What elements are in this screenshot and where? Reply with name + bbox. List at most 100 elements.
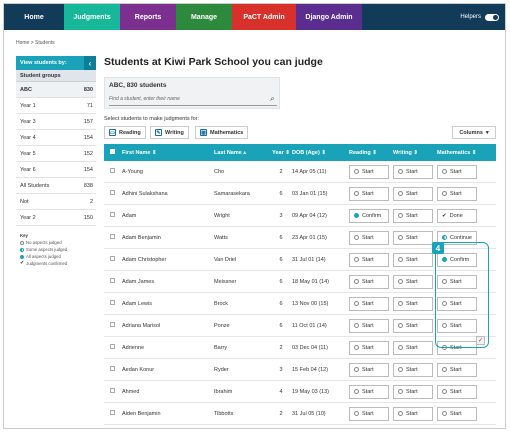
- reading-judgment-button[interactable]: Start: [349, 318, 389, 333]
- row-checkbox[interactable]: [109, 278, 115, 283]
- column-header[interactable]: DOB (Age) ⇕: [292, 150, 349, 156]
- column-header[interactable]: Last Name ▴: [214, 150, 270, 156]
- math-judgment-button[interactable]: Start: [437, 384, 477, 399]
- search-input[interactable]: Find a student, enter their name ⌕: [109, 93, 277, 106]
- book-icon: ▭: [109, 129, 116, 136]
- row-checkbox[interactable]: [109, 212, 115, 217]
- checkbox-icon[interactable]: ✓: [476, 336, 485, 345]
- reading-judgment-button[interactable]: Start: [349, 164, 389, 179]
- page-title: Students at Kiwi Park School you can jud…: [104, 56, 323, 68]
- reading-judgment-button[interactable]: Start: [349, 274, 389, 289]
- row-checkbox[interactable]: [109, 344, 115, 349]
- year: 3: [279, 366, 283, 373]
- dob: 03 Jan 01 (15): [292, 190, 328, 197]
- reading-judgment-button[interactable]: Start: [349, 340, 389, 355]
- sidebar-item[interactable]: Year 2 150: [16, 210, 96, 226]
- row-checkbox[interactable]: [109, 300, 115, 305]
- column-header[interactable]: Writing ⇕: [393, 150, 437, 156]
- math-judgment-button[interactable]: Start: [437, 362, 477, 377]
- columns-dropdown[interactable]: Columns ▾: [452, 126, 496, 139]
- row-checkbox[interactable]: [109, 388, 115, 393]
- row-checkbox[interactable]: [109, 190, 115, 195]
- year: 6: [279, 234, 283, 241]
- sidebar-item[interactable]: Year 5 152: [16, 146, 96, 162]
- status-circle-icon: [398, 235, 403, 240]
- sidebar-item[interactable]: Year 1 71: [16, 98, 96, 114]
- first-name: Ahmed: [122, 388, 140, 395]
- sidebar-item[interactable]: ABC 830: [16, 82, 96, 98]
- writing-judgment-button[interactable]: Start: [393, 230, 433, 245]
- status-circle-icon: [398, 213, 403, 218]
- writing-judgment-button[interactable]: Start: [393, 186, 433, 201]
- sidebar-item[interactable]: Not 2: [16, 194, 96, 210]
- caret-down-icon: ▾: [485, 129, 489, 136]
- status-circle-icon: [398, 411, 403, 416]
- writing-judgment-button[interactable]: Start: [393, 164, 433, 179]
- reading-judgment-button[interactable]: Confirm: [349, 208, 389, 223]
- first-name: Adhini Sulakshana: [122, 190, 168, 197]
- row-checkbox[interactable]: [109, 366, 115, 371]
- writing-judgment-button[interactable]: Start: [393, 406, 433, 421]
- status-circle-icon: [442, 411, 447, 416]
- dob: 19 May 03 (13): [292, 388, 329, 395]
- status-circle-icon: [354, 345, 359, 350]
- reading-judgment-button[interactable]: Start: [349, 230, 389, 245]
- toggle-icon[interactable]: [485, 13, 499, 21]
- writing-judgment-button[interactable]: Start: [393, 362, 433, 377]
- status-circle-icon: [354, 367, 359, 372]
- last-name: Ryder: [214, 366, 229, 373]
- reading-judgment-button[interactable]: Start: [349, 362, 389, 377]
- reading-judgment-button[interactable]: Start: [349, 252, 389, 267]
- mathematics-button[interactable]: ▦ Mathematics: [195, 126, 249, 139]
- writing-judgment-button[interactable]: Start: [393, 274, 433, 289]
- dob: 23 Apr 01 (15): [292, 234, 327, 241]
- status-circle-icon: [354, 257, 359, 262]
- select-all-checkbox[interactable]: [109, 149, 115, 154]
- reading-judgment-button[interactable]: Start: [349, 296, 389, 311]
- sidebar-item[interactable]: Year 4 154: [16, 130, 96, 146]
- column-header[interactable]: First Name ⇕: [120, 150, 214, 156]
- year: 4: [279, 388, 283, 395]
- sidebar-item[interactable]: All Students 838: [16, 178, 96, 194]
- nav-tab-home[interactable]: Home: [4, 4, 64, 30]
- math-judgment-button[interactable]: Start: [437, 164, 477, 179]
- reading-button[interactable]: ▭ Reading: [104, 126, 146, 139]
- sidebar-item[interactable]: Year 6 154: [16, 162, 96, 178]
- row-checkbox[interactable]: [109, 256, 115, 261]
- nav-tab-pact-admin[interactable]: PaCT Admin: [232, 4, 296, 30]
- nav-tab-manage[interactable]: Manage: [176, 4, 232, 30]
- reading-judgment-button[interactable]: Start: [349, 406, 389, 421]
- dob: 18 May 01 (14): [292, 278, 329, 285]
- dob: 31 Jul 01 (14): [292, 256, 326, 263]
- helpers-toggle[interactable]: Helpers: [460, 4, 505, 30]
- math-judgment-button[interactable]: ✔ Done: [437, 208, 477, 223]
- breadcrumb[interactable]: Home > Students: [16, 40, 55, 46]
- column-header[interactable]: Mathematics ⇕: [437, 150, 496, 156]
- reading-judgment-button[interactable]: Start: [349, 186, 389, 201]
- writing-judgment-button[interactable]: Start: [393, 208, 433, 223]
- row-checkbox[interactable]: [109, 410, 115, 415]
- writing-judgment-button[interactable]: Start: [393, 384, 433, 399]
- writing-judgment-button[interactable]: Start: [393, 340, 433, 355]
- nav-tab-django-admin[interactable]: Django Admin: [296, 4, 362, 30]
- search-icon[interactable]: ⌕: [270, 94, 274, 104]
- math-judgment-button[interactable]: Start: [437, 406, 477, 421]
- writing-judgment-button[interactable]: Start: [393, 296, 433, 311]
- status-circle-icon: [398, 191, 403, 196]
- key-item: No aspects judged: [26, 240, 62, 245]
- reading-judgment-button[interactable]: Start: [349, 384, 389, 399]
- nav-tab-reports[interactable]: Reports: [120, 4, 176, 30]
- column-header[interactable]: Year ⇕: [270, 150, 292, 156]
- row-checkbox[interactable]: [109, 322, 115, 327]
- column-header[interactable]: Reading ⇕: [349, 150, 393, 156]
- row-checkbox[interactable]: [109, 234, 115, 239]
- sidebar-item[interactable]: Year 3 157: [16, 114, 96, 130]
- row-checkbox[interactable]: [109, 168, 115, 173]
- nav-tab-judgments[interactable]: Judgments: [64, 4, 120, 30]
- writing-judgment-button[interactable]: Start: [393, 252, 433, 267]
- writing-judgment-button[interactable]: Start: [393, 318, 433, 333]
- writing-button[interactable]: ✎ Writing: [150, 126, 189, 139]
- status-circle-icon: [354, 389, 359, 394]
- math-judgment-button[interactable]: Start: [437, 186, 477, 201]
- chevron-left-icon[interactable]: ‹: [84, 56, 96, 70]
